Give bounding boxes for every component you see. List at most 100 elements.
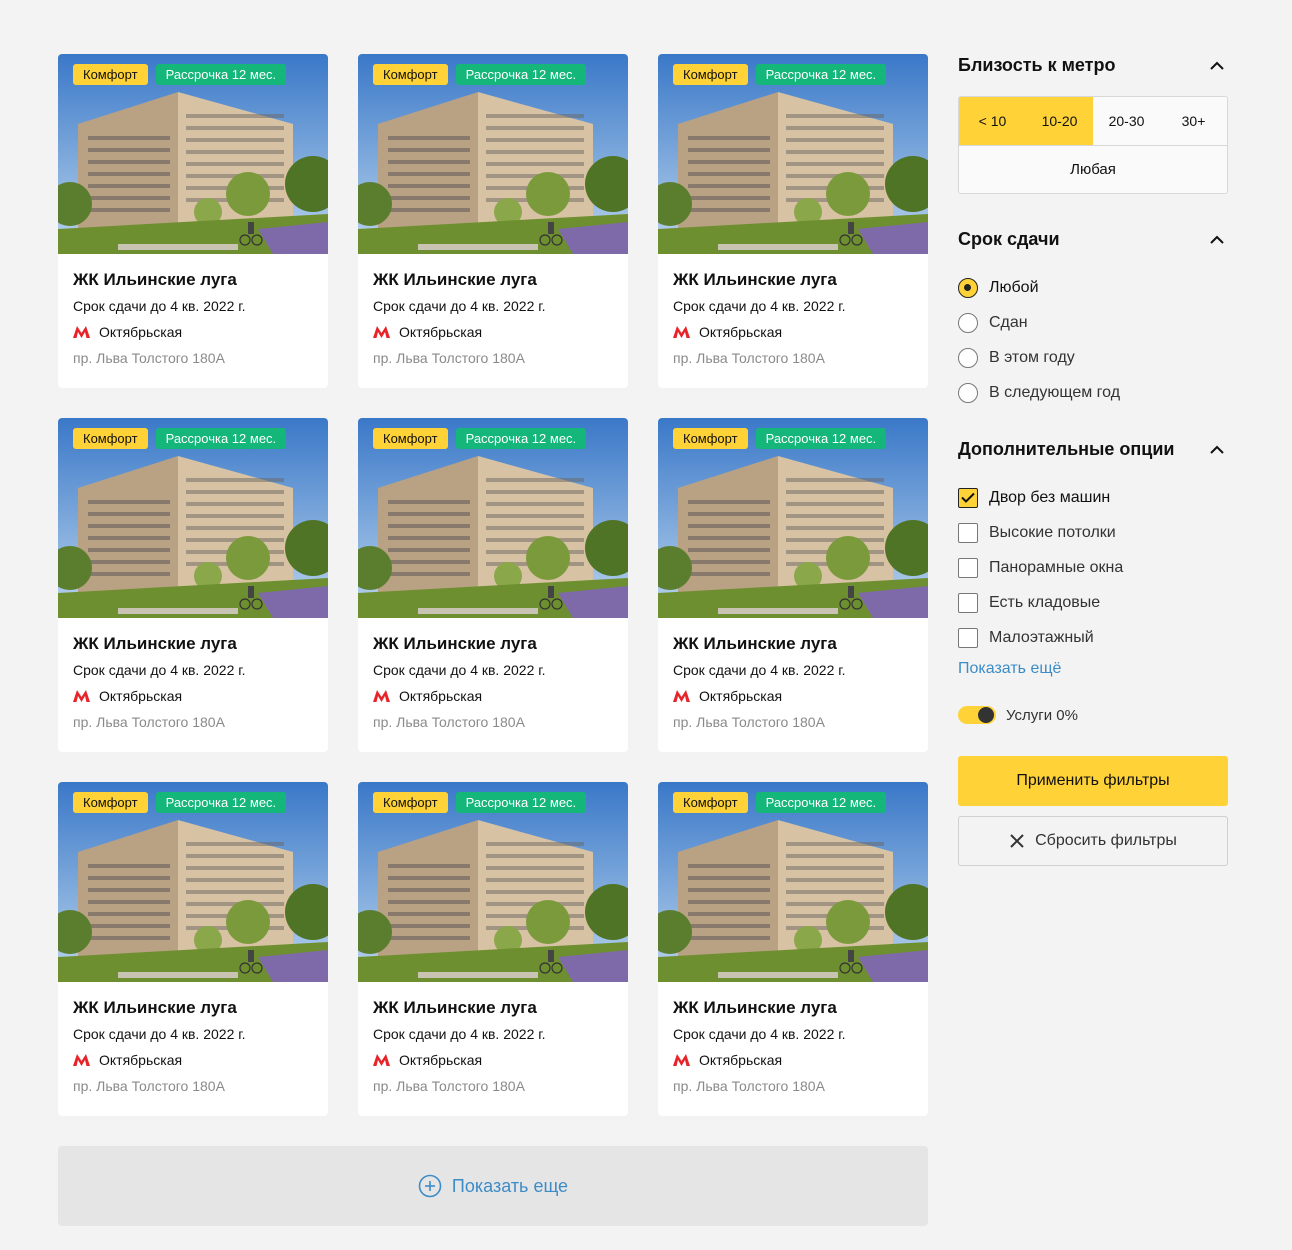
listing-card[interactable]: Комфорт Рассрочка 12 мес. ЖК Ильинские л… [358,54,628,388]
card-title[interactable]: ЖК Ильинские луга [373,996,613,1020]
metro-name: Октябрьская [399,324,483,340]
class-badge: Комфорт [673,792,748,813]
radio-button[interactable] [958,312,978,333]
metro-station: Октябрьская [73,687,313,705]
extra-option[interactable]: Малоэтажный [958,620,1228,655]
show-more-button[interactable]: Показать еще [58,1146,928,1226]
card-title[interactable]: ЖК Ильинские луга [73,996,313,1020]
services-toggle[interactable] [958,706,996,724]
listing-card[interactable]: Комфорт Рассрочка 12 мес. ЖК Ильинские л… [58,782,328,1116]
term-option-label: Любой [989,278,1039,296]
toggle-knob [978,707,994,723]
card-title[interactable]: ЖК Ильинские луга [73,632,313,656]
metro-option[interactable]: < 10 [959,97,1026,145]
listing-card[interactable]: Комфорт Рассрочка 12 мес. ЖК Ильинские л… [58,54,328,388]
metro-name: Октябрьская [99,688,183,704]
class-badge: Комфорт [673,64,748,85]
listing-card[interactable]: Комфорт Рассрочка 12 мес. ЖК Ильинские л… [358,418,628,752]
delivery-term: Срок сдачи до 4 кв. 2022 г. [673,1026,846,1042]
checkbox[interactable] [958,557,978,578]
radio-button[interactable] [958,277,978,298]
listing-card[interactable]: Комфорт Рассрочка 12 мес. ЖК Ильинские л… [658,782,928,1116]
checkbox[interactable] [958,627,978,648]
metro-icon [73,690,90,702]
extra-option[interactable]: Высокие потолки [958,515,1228,550]
metro-station: Октябрьская [73,323,313,341]
listing-card[interactable]: Комфорт Рассрочка 12 мес. ЖК Ильинские л… [358,782,628,1116]
card-title[interactable]: ЖК Ильинские луга [373,268,613,292]
address: пр. Льва Толстого 180А [373,350,525,366]
building-image[interactable]: Комфорт Рассрочка 12 мес. [58,54,328,254]
extra-filter-header[interactable]: Дополнительные опции [958,438,1228,460]
address: пр. Льва Толстого 180А [373,1078,525,1094]
term-radio-group: Любой Сдан В этом году В следующем год [958,270,1228,410]
listing-card[interactable]: Комфорт Рассрочка 12 мес. ЖК Ильинские л… [658,54,928,388]
building-image[interactable]: Комфорт Рассрочка 12 мес. [58,782,328,982]
installment-badge: Рассрочка 12 мес. [755,64,887,85]
reset-filters-button[interactable]: Сбросить фильтры [958,816,1228,866]
building-image[interactable]: Комфорт Рассрочка 12 мес. [358,782,628,982]
installment-badge: Рассрочка 12 мес. [155,428,287,449]
checkbox[interactable] [958,592,978,613]
metro-icon [373,1054,390,1066]
class-badge: Комфорт [73,428,148,449]
building-image[interactable]: Комфорт Рассрочка 12 мес. [658,418,928,618]
metro-any-option[interactable]: Любая [959,146,1227,193]
address: пр. Льва Толстого 180А [673,350,825,366]
building-image[interactable]: Комфорт Рассрочка 12 мес. [358,418,628,618]
building-image[interactable]: Комфорт Рассрочка 12 мес. [58,418,328,618]
listing-card[interactable]: Комфорт Рассрочка 12 мес. ЖК Ильинские л… [658,418,928,752]
class-badge: Комфорт [373,428,448,449]
extra-option[interactable]: Панорамные окна [958,550,1228,585]
metro-distance-selector: < 10 10-20 20-30 30+ Любая [958,96,1228,194]
building-image[interactable]: Комфорт Рассрочка 12 мес. [658,54,928,254]
metro-station: Октябрьская [73,1051,313,1069]
building-image[interactable]: Комфорт Рассрочка 12 мес. [658,782,928,982]
address: пр. Льва Толстого 180А [73,1078,225,1094]
term-option[interactable]: Сдан [958,305,1228,340]
services-toggle-row: Услуги 0% [958,706,1228,724]
metro-option[interactable]: 30+ [1160,97,1227,145]
metro-icon [673,326,690,338]
radio-button[interactable] [958,347,978,368]
card-title[interactable]: ЖК Ильинские луга [673,632,913,656]
checkbox[interactable] [958,487,978,508]
delivery-term: Срок сдачи до 4 кв. 2022 г. [673,298,846,314]
show-more-options-link[interactable]: Показать ещё [958,660,1061,678]
metro-filter-header[interactable]: Близость к метро [958,54,1228,76]
chevron-up-icon[interactable] [1210,61,1224,70]
show-more-label: Показать еще [451,1175,569,1196]
metro-icon [673,1054,690,1066]
installment-badge: Рассрочка 12 мес. [755,792,887,813]
check-icon [961,492,975,503]
term-option[interactable]: В этом году [958,340,1228,375]
class-badge: Комфорт [373,64,448,85]
extra-option[interactable]: Двор без машин [958,480,1228,515]
term-filter-header[interactable]: Срок сдачи [958,228,1228,250]
metro-name: Октябрьская [99,1052,183,1068]
metro-option[interactable]: 20-30 [1093,97,1160,145]
card-title[interactable]: ЖК Ильинские луга [73,268,313,292]
term-option[interactable]: Любой [958,270,1228,305]
card-title[interactable]: ЖК Ильинские луга [373,632,613,656]
metro-station: Октябрьская [373,687,613,705]
building-image[interactable]: Комфорт Рассрочка 12 мес. [358,54,628,254]
card-title[interactable]: ЖК Ильинские луга [673,268,913,292]
delivery-term: Срок сдачи до 4 кв. 2022 г. [673,662,846,678]
metro-name: Октябрьская [699,1052,783,1068]
listing-card[interactable]: Комфорт Рассрочка 12 мес. ЖК Ильинские л… [58,418,328,752]
chevron-up-icon[interactable] [1210,445,1224,454]
chevron-up-icon[interactable] [1210,235,1224,244]
apply-filters-button[interactable]: Применить фильтры [958,756,1228,806]
extra-options-group: Двор без машин Высокие потолки Панорамные … [958,480,1228,655]
term-option[interactable]: В следующем год [958,375,1228,410]
class-badge: Комфорт [73,792,148,813]
extra-filter-title: Дополнительные опции [958,438,1175,459]
extra-option[interactable]: Есть кладовые [958,585,1228,620]
radio-button[interactable] [958,382,978,403]
card-title[interactable]: ЖК Ильинские луга [673,996,913,1020]
metro-option[interactable]: 10-20 [1026,97,1093,145]
metro-name: Октябрьская [99,324,183,340]
checkbox[interactable] [958,522,978,543]
metro-icon [373,690,390,702]
